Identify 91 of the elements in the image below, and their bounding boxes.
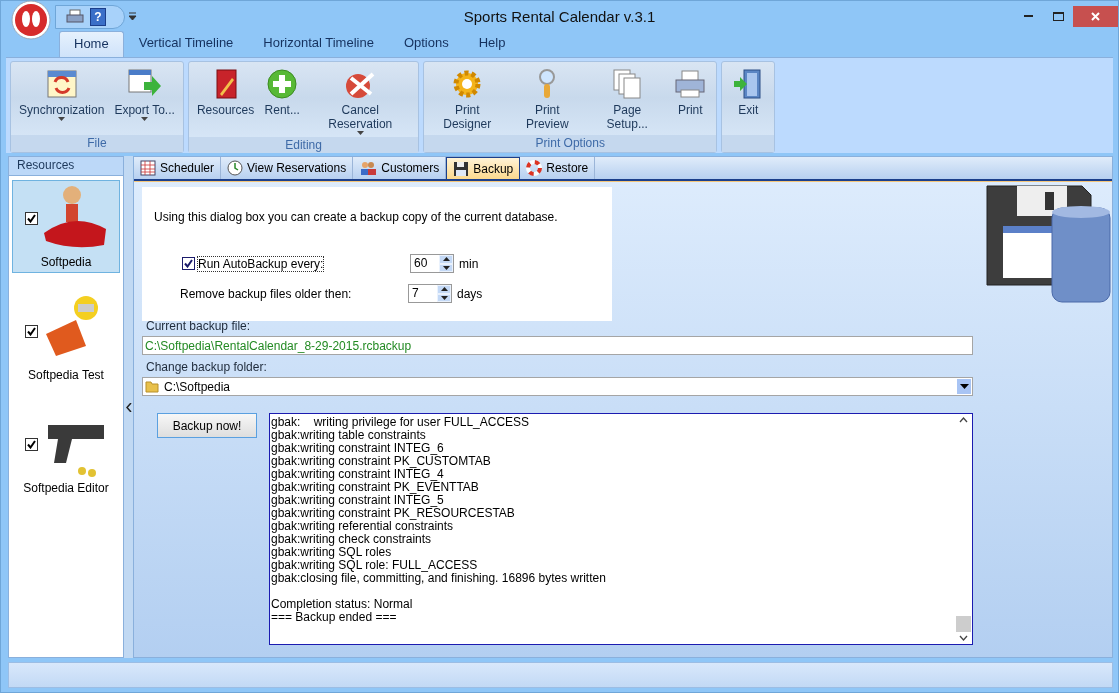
scroll-down-icon[interactable]: [959, 635, 968, 641]
check-icon: [26, 326, 36, 336]
printer-icon: [674, 68, 707, 100]
unit-label: days: [457, 286, 483, 301]
checkbox[interactable]: [24, 324, 38, 338]
log-line: gbak:writing check constraints: [271, 533, 433, 546]
ribbon-button[interactable]: Synchronization: [15, 66, 109, 135]
ribbon-button[interactable]: Page Setup...: [588, 66, 667, 135]
down-arrow-icon[interactable]: [440, 295, 448, 300]
log-line: gbak:writing SQL roles: [271, 546, 393, 559]
group-label: Editing: [188, 137, 419, 153]
log-line: gbak:writing table constraints: [271, 429, 427, 442]
log-line: Completion status: Normal: [271, 598, 414, 611]
intro-text: Using this dialog box you can create a backup copy of the current database.: [154, 210, 559, 224]
group-label: File: [11, 135, 183, 152]
customize-caret-icon[interactable]: [129, 12, 137, 20]
interval-spinner[interactable]: 60: [410, 254, 454, 273]
caret-icon: [356, 131, 364, 135]
caret-icon: [58, 117, 66, 121]
log-line: gbak:writing constraint PK_CUSTOMTAB: [271, 455, 492, 468]
autobackup-label[interactable]: Run AutoBackup every:: [198, 256, 324, 271]
log-line: gbak:writing constraint INTEG_6: [271, 442, 445, 455]
plus-circle-icon: [266, 68, 299, 100]
close-icon: [1091, 11, 1100, 21]
ribbon-button[interactable]: Print: [668, 66, 713, 135]
ribbon-button[interactable]: Export To...: [110, 66, 179, 135]
log-line: gbak:writing referential constraints: [271, 520, 454, 533]
lifebuoy-icon: [526, 160, 543, 176]
log-line: gbak:closing file, committing, and finishing. 16896 bytes written: [271, 572, 607, 585]
up-arrow-icon[interactable]: [440, 287, 448, 292]
clock-icon: [227, 160, 244, 176]
resource-item[interactable]: Softpedia Editor: [12, 406, 120, 499]
help-button[interactable]: ?: [90, 8, 106, 26]
ribbon-button[interactable]: Resources: [192, 66, 259, 137]
grid-icon: [140, 160, 156, 176]
caret-icon: [141, 117, 149, 121]
check-icon: [184, 259, 193, 268]
spreadsheet-sync-icon: [45, 68, 78, 100]
resource-item[interactable]: Softpedia: [12, 180, 120, 273]
backup-file-field[interactable]: C:\Softpedia\RentalCalendar_8-29-2015.rcbackup: [142, 336, 973, 355]
log-line: gbak:writing constraint PK_RESOURCESTAB: [271, 507, 516, 520]
window-title: Sports Rental Calendar v.3.1: [463, 8, 656, 25]
folder-dropdown[interactable]: C:\Softpedia: [142, 377, 973, 396]
log-line: gbak:writing constraint INTEG_4: [271, 468, 444, 481]
maximize-icon: [1052, 11, 1064, 21]
ribbon-button[interactable]: Exit: [726, 66, 771, 135]
ribbon-tab[interactable]: Horizontal Timeline: [248, 30, 389, 57]
pages-icon: [611, 68, 644, 100]
tab[interactable]: Backup: [446, 157, 521, 179]
printer-icon[interactable]: [66, 9, 84, 25]
check-icon: [26, 213, 36, 223]
remove-label: Remove backup files older then:: [180, 286, 352, 301]
ribbon-tab[interactable]: Help: [463, 30, 521, 57]
ribbon-button[interactable]: Cancel Reservation: [306, 66, 415, 137]
up-arrow-icon[interactable]: [442, 257, 450, 262]
ribbon-button[interactable]: Print Designer: [428, 66, 507, 135]
minimize-icon: [1023, 14, 1033, 18]
backup-now-button[interactable]: Backup now!: [157, 413, 257, 438]
group-footer: [722, 135, 775, 152]
app-logo-icon[interactable]: [11, 0, 51, 40]
ribbon-tab[interactable]: Home: [59, 31, 124, 57]
log-line: gbak:writing constraint PK_EVENTTAB: [271, 481, 480, 494]
log-line: gbak:writing constraint INTEG_5: [271, 494, 444, 507]
dropdown-arrow-icon[interactable]: [959, 384, 969, 389]
down-arrow-icon[interactable]: [442, 265, 450, 270]
checkbox[interactable]: [182, 257, 195, 270]
checkbox[interactable]: [24, 211, 38, 225]
log-line: gbak:writing SQL role: FULL_ACCESS: [271, 559, 479, 572]
ribbon-button[interactable]: Rent...: [260, 66, 305, 137]
log-line: gbak: writing privilege for user FULL_ACCESS: [271, 416, 531, 429]
ribbon-button[interactable]: Print Preview: [508, 66, 587, 135]
group-label: Print Options: [424, 135, 717, 152]
check-icon: [26, 439, 36, 449]
people-icon: [359, 160, 378, 176]
panel-title: Resources: [9, 157, 123, 176]
scroll-up-icon[interactable]: [959, 417, 968, 423]
scrollbar-thumb[interactable]: [956, 616, 971, 632]
days-spinner[interactable]: 7: [408, 284, 452, 303]
folder-icon: [145, 380, 159, 393]
ribbon-tab[interactable]: Vertical Timeline: [123, 30, 249, 57]
field-label: Current backup file:: [146, 319, 252, 333]
log-line: === Backup ended ===: [271, 611, 398, 624]
checkbox[interactable]: [24, 437, 38, 451]
field-label: Change backup folder:: [146, 360, 268, 374]
resource-item[interactable]: Softpedia Test: [12, 293, 120, 386]
tab[interactable]: Restore: [520, 157, 596, 179]
close-button[interactable]: [1073, 5, 1118, 27]
tab[interactable]: Scheduler: [134, 157, 222, 179]
tab[interactable]: View Reservations: [221, 157, 354, 179]
unit-label: min: [459, 256, 479, 271]
ribbon-tab[interactable]: Options: [388, 30, 464, 57]
